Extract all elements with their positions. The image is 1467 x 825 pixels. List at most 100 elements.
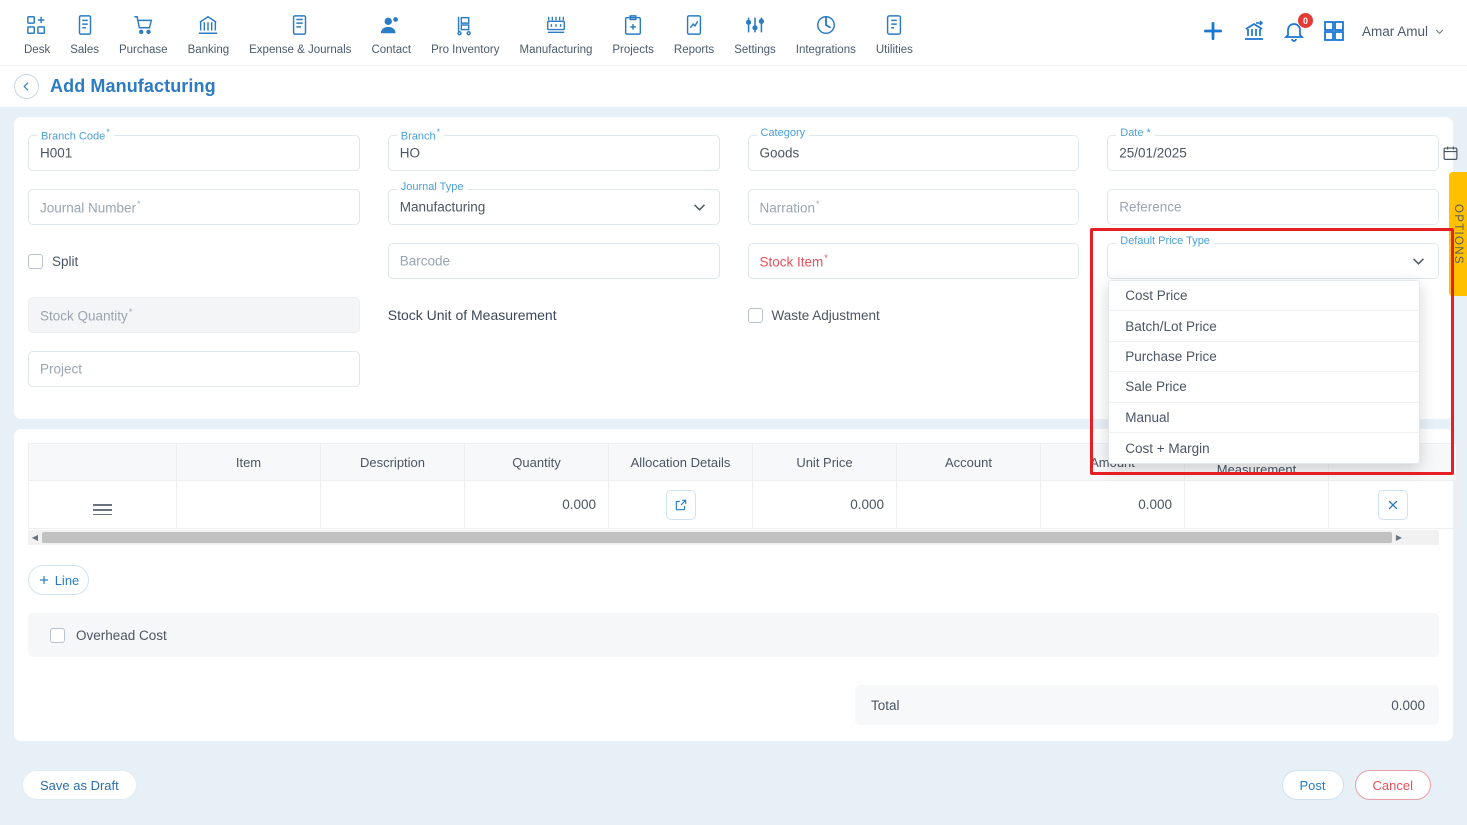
nav-items: Desk Sales Purchase Banking Expense & Jo… [14, 8, 923, 56]
branch-code-field[interactable]: Branch Code H001 [28, 127, 360, 171]
nav-item-pro-inventory[interactable]: Pro Inventory [421, 8, 509, 56]
dropdown-option-batch-lot-price[interactable]: Batch/Lot Price [1109, 311, 1420, 342]
nav-label: Utilities [875, 44, 913, 56]
row-delete-cell[interactable] [1328, 480, 1457, 529]
scroll-left-arrow-icon[interactable]: ◀ [28, 533, 42, 542]
waste-adjustment-checkbox[interactable] [747, 307, 763, 323]
top-right-actions: 0 Amar Amul [1200, 8, 1453, 44]
overhead-cost-row[interactable]: Overhead Cost [28, 613, 1439, 657]
branch-value: HO [399, 145, 420, 161]
nav-label: Sales [70, 44, 99, 56]
nav-item-banking[interactable]: Banking [178, 8, 240, 56]
nav-item-utilities[interactable]: Utilities [866, 8, 923, 56]
open-allocation-details-icon[interactable] [665, 489, 696, 520]
manufacturing-icon [545, 12, 567, 38]
stock-item-field[interactable]: Stock Item [747, 243, 1080, 279]
dropdown-option-manual[interactable]: Manual [1109, 403, 1420, 433]
waste-adjustment-row[interactable]: Waste Adjustment [747, 297, 1080, 333]
options-tab-label: OPTIONS [1452, 203, 1464, 265]
nav-item-sales[interactable]: Sales [60, 8, 109, 56]
nav-item-integrations[interactable]: Integrations [786, 8, 866, 56]
row-description-cell[interactable] [320, 480, 465, 529]
branch-code-label: Branch Code [37, 127, 114, 143]
notifications-bell-icon[interactable]: 0 [1282, 13, 1313, 43]
category-field[interactable]: Category Goods [747, 127, 1080, 171]
journal-number-field[interactable]: Journal Number [28, 189, 360, 225]
default-price-type-label: Default Price Type [1116, 235, 1214, 247]
row-quantity-cell[interactable]: 0.000 [464, 480, 609, 529]
split-checkbox-row[interactable]: Split [28, 243, 360, 279]
dropdown-option-purchase-price[interactable]: Purchase Price [1109, 342, 1420, 373]
date-field[interactable]: Date * 25/01/2025 [1107, 127, 1458, 171]
table-horizontal-scrollbar[interactable]: ◀ ▶ [28, 530, 1439, 545]
nav-item-reports[interactable]: Reports [664, 8, 724, 56]
total-row: Total 0.000 [855, 685, 1439, 725]
row-unit-price-cell[interactable]: 0.000 [752, 480, 897, 529]
inventory-icon [454, 12, 476, 38]
scroll-right-arrow-icon[interactable]: ▶ [1392, 533, 1406, 542]
nav-label: Integrations [795, 44, 856, 56]
nav-item-projects[interactable]: Projects [602, 8, 664, 56]
nav-item-expense-journals[interactable]: Expense & Journals [239, 8, 361, 56]
row-allocation-details-cell[interactable] [608, 480, 753, 529]
branch-field[interactable]: Branch HO [387, 127, 720, 171]
bank-icon [197, 12, 219, 38]
chevron-left-icon [23, 82, 29, 91]
user-menu[interactable]: Amar Amul [1362, 24, 1445, 39]
dropdown-option-sale-price[interactable]: Sale Price [1109, 372, 1420, 403]
col-account: Account [896, 443, 1041, 481]
nav-label: Banking [187, 44, 230, 56]
chevron-down-icon[interactable] [691, 199, 708, 216]
nav-item-settings[interactable]: Settings [724, 8, 786, 56]
nav-label: Pro Inventory [431, 44, 500, 56]
save-as-draft-button[interactable]: Save as Draft [22, 770, 137, 800]
default-price-type-field[interactable]: Default Price Type Cost Price Batch/Lot … [1107, 235, 1439, 465]
settings-sliders-icon [744, 12, 766, 38]
calendar-icon[interactable] [1442, 145, 1459, 162]
row-drag-handle-cell[interactable] [28, 480, 177, 529]
options-side-tab[interactable]: OPTIONS [1449, 172, 1467, 296]
page-header: Add Manufacturing [0, 65, 1467, 107]
nav-item-purchase[interactable]: Purchase [109, 8, 178, 56]
cancel-button[interactable]: Cancel [1354, 770, 1431, 800]
split-checkbox[interactable] [28, 253, 43, 269]
plus-icon [39, 575, 48, 585]
back-button[interactable] [14, 74, 39, 99]
barcode-placeholder: Barcode [399, 253, 451, 269]
row-amount-cell[interactable]: 0.000 [1040, 480, 1185, 529]
nav-item-desk[interactable]: Desk [14, 8, 60, 56]
narration-field[interactable]: Narration [747, 189, 1080, 225]
barcode-field[interactable]: Barcode [387, 243, 720, 279]
stock-quantity-field[interactable]: Stock Quantity [28, 297, 360, 333]
reports-icon [683, 12, 705, 38]
row-account-cell[interactable] [896, 480, 1041, 529]
reference-field[interactable]: Reference [1107, 189, 1439, 225]
total-value: 0.000 [1391, 697, 1425, 713]
grid-layout-icon[interactable] [1322, 19, 1346, 43]
top-navigation-bar: Desk Sales Purchase Banking Expense & Jo… [0, 0, 1467, 65]
split-label: Split [52, 253, 79, 269]
project-field[interactable]: Project [28, 351, 360, 387]
add-plus-icon[interactable] [1200, 18, 1226, 44]
drag-handle-icon[interactable] [93, 504, 112, 516]
overhead-cost-checkbox[interactable] [50, 627, 65, 643]
delete-row-close-icon[interactable] [1377, 489, 1408, 520]
row-unit-of-measurement-cell[interactable] [1184, 480, 1329, 529]
journal-type-label: Journal Type [396, 181, 468, 193]
dropdown-option-cost-plus-margin[interactable]: Cost + Margin [1109, 433, 1419, 463]
chevron-down-icon[interactable] [1410, 253, 1427, 270]
journal-type-field[interactable]: Journal Type Manufacturing [387, 181, 720, 225]
nav-label: Purchase [118, 44, 168, 56]
nav-item-contact[interactable]: Contact [361, 8, 421, 56]
row-item-cell[interactable] [176, 480, 321, 529]
post-button[interactable]: Post [1281, 770, 1344, 800]
scrollbar-thumb[interactable] [42, 532, 1392, 543]
nav-item-manufacturing[interactable]: Manufacturing [509, 8, 602, 56]
branch-code-value: H001 [40, 145, 73, 161]
bank-transfer-icon[interactable] [1242, 19, 1266, 43]
default-price-type-dropdown[interactable]: Cost Price Batch/Lot Price Purchase Pric… [1108, 280, 1421, 465]
category-value: Goods [759, 145, 800, 161]
integrations-icon [815, 12, 837, 38]
add-line-button[interactable]: Line [28, 565, 89, 595]
dropdown-option-cost-price[interactable]: Cost Price [1109, 281, 1420, 312]
